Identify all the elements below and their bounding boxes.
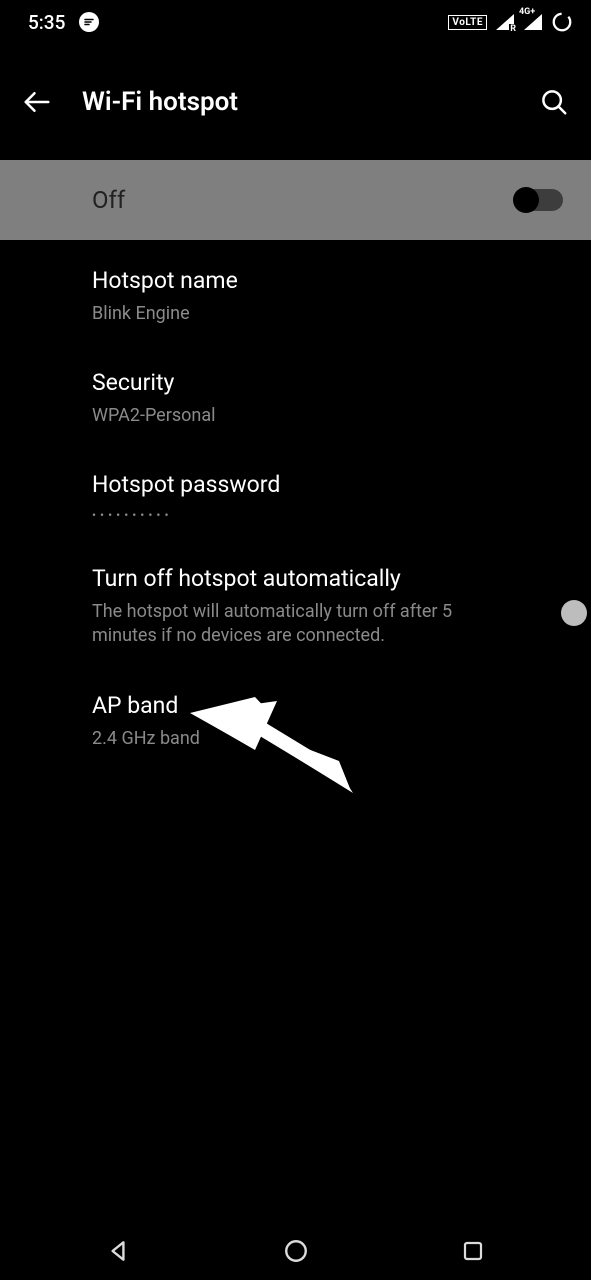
signal-1-icon: R: [495, 13, 515, 31]
status-bar: 5:35 VoLTE R 4G+: [0, 0, 591, 44]
nav-back-button[interactable]: [58, 1227, 178, 1275]
search-icon[interactable]: [539, 87, 569, 117]
hotspot-password-title: Hotspot password: [92, 470, 563, 500]
ap-band-item[interactable]: AP band 2.4 GHz band: [92, 665, 563, 767]
ap-band-title: AP band: [92, 691, 563, 721]
security-title: Security: [92, 368, 563, 398]
page-title: Wi-Fi hotspot: [82, 87, 509, 117]
auto-off-title: Turn off hotspot automatically: [92, 564, 503, 594]
hotspot-name-title: Hotspot name: [92, 266, 563, 296]
back-icon[interactable]: [22, 87, 52, 117]
security-value: WPA2-Personal: [92, 404, 563, 428]
hotspot-name-item[interactable]: Hotspot name Blink Engine: [92, 240, 563, 342]
notification-icon: [79, 12, 99, 32]
navigation-bar: [0, 1222, 591, 1280]
signal-2-icon: 4G+: [523, 13, 543, 31]
status-time: 5:35: [28, 11, 65, 34]
hotspot-master-label: Off: [92, 186, 515, 214]
hotspot-master-switch[interactable]: [515, 189, 563, 211]
auto-off-desc: The hotspot will automatically turn off …: [92, 600, 472, 649]
nav-home-button[interactable]: [236, 1227, 356, 1275]
hotspot-password-value: ••••••••••: [92, 508, 563, 522]
hotspot-password-item[interactable]: Hotspot password ••••••••••: [92, 444, 563, 538]
volte-badge: VoLTE: [448, 15, 487, 30]
app-bar: Wi-Fi hotspot: [0, 44, 591, 160]
auto-off-item[interactable]: Turn off hotspot automatically The hotsp…: [92, 538, 563, 664]
hotspot-name-value: Blink Engine: [92, 302, 563, 326]
security-item[interactable]: Security WPA2-Personal: [92, 342, 563, 444]
settings-list: Hotspot name Blink Engine Security WPA2-…: [0, 240, 591, 767]
hotspot-master-toggle-row[interactable]: Off: [0, 160, 591, 240]
loading-spinner-icon: [551, 11, 573, 33]
ap-band-value: 2.4 GHz band: [92, 727, 563, 751]
nav-recent-button[interactable]: [413, 1227, 533, 1275]
